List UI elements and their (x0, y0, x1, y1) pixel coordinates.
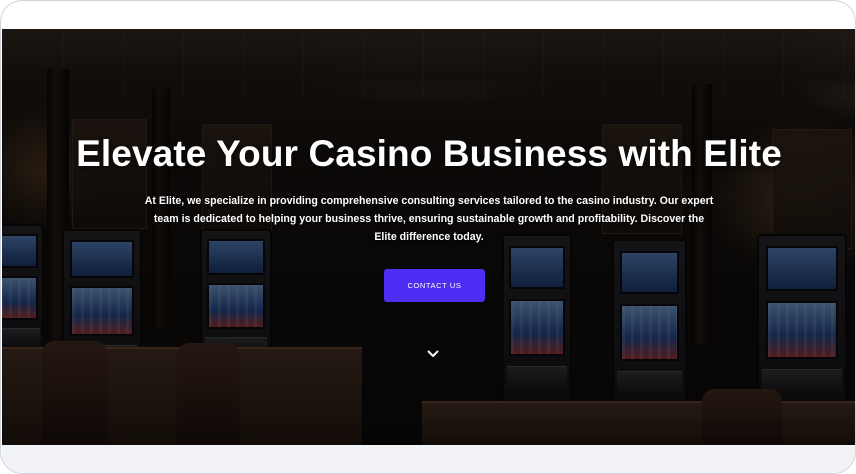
browser-viewport: Elevate Your Casino Business with Elite … (0, 0, 856, 474)
hero-description: At Elite, we specialize in providing com… (144, 195, 714, 243)
hero-title: Elevate Your Casino Business with Elite (76, 133, 782, 174)
hero-content: Elevate Your Casino Business with Elite … (2, 29, 855, 445)
chevron-down-icon (427, 350, 439, 357)
hero-section: Elevate Your Casino Business with Elite … (2, 29, 855, 445)
contact-us-button[interactable]: CONTACT US (384, 269, 485, 302)
page-bottom-strip (2, 445, 855, 473)
scroll-down-button[interactable] (424, 345, 442, 363)
